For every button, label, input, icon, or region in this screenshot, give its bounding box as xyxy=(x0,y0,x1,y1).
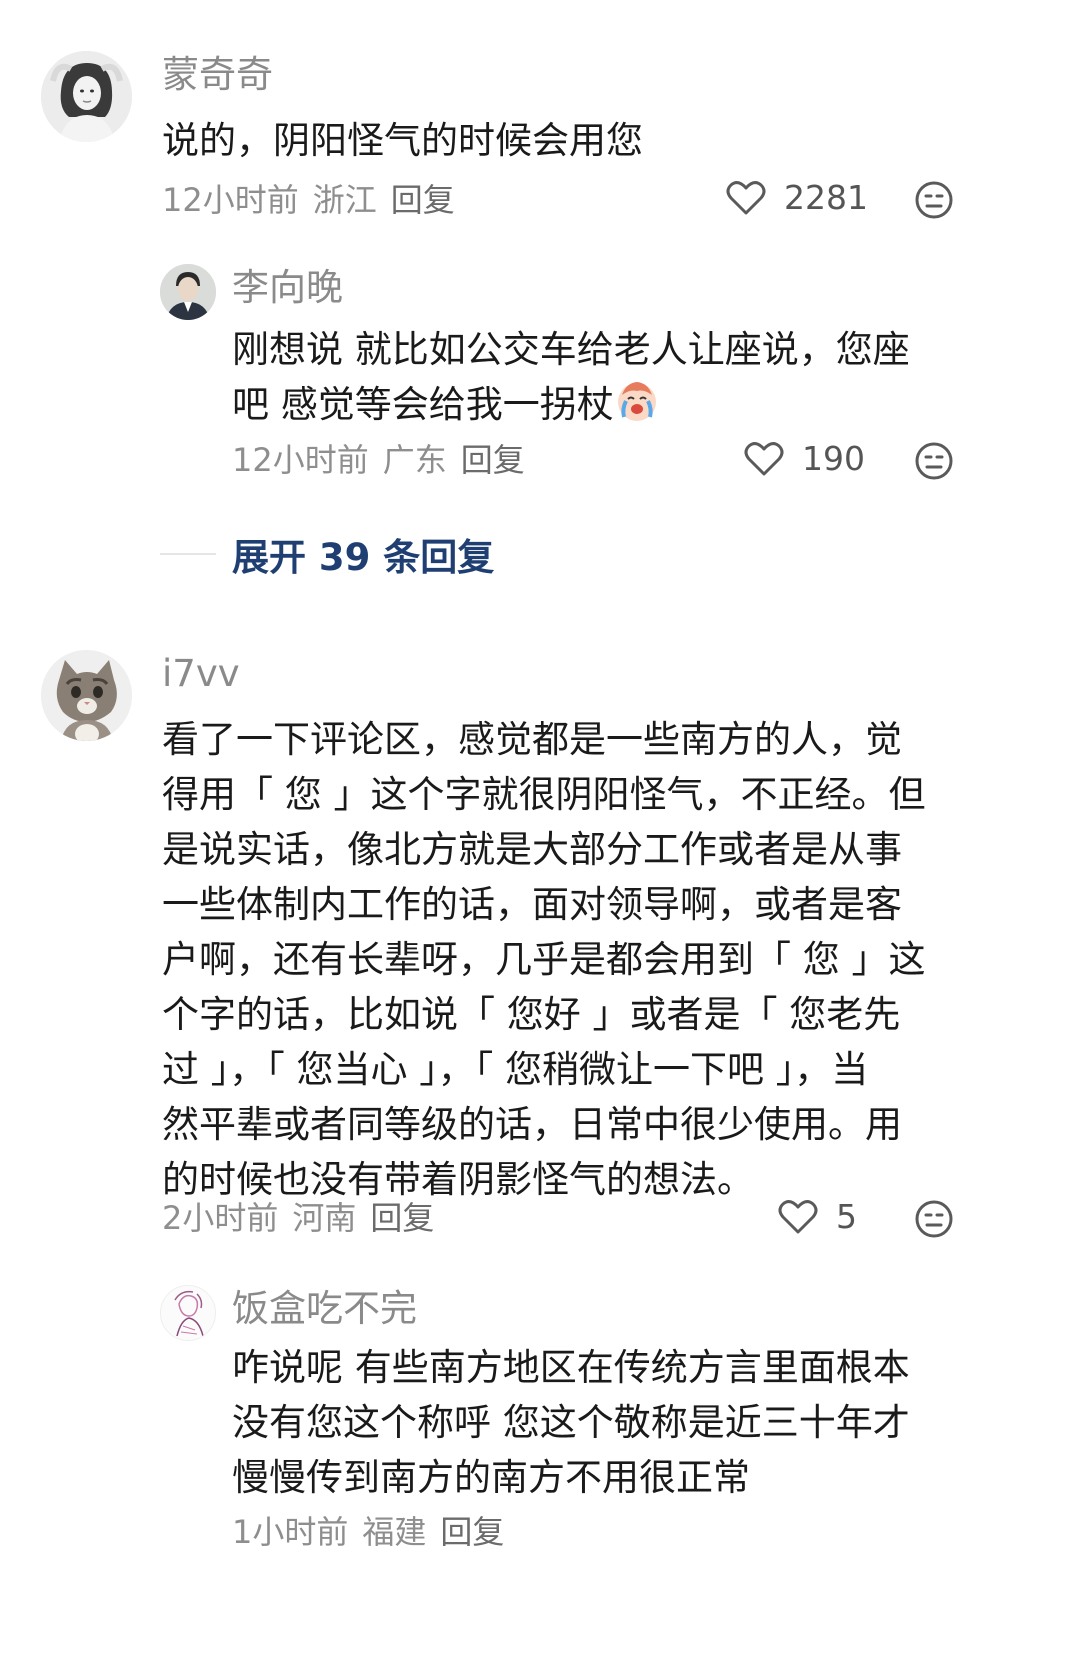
comment-text-line: 然平辈或者同等级的话，日常中很少使用。用 xyxy=(162,1103,902,1146)
neutral-face-icon[interactable] xyxy=(914,1199,954,1239)
comment-location: 浙江 xyxy=(312,181,377,219)
like-button[interactable]: 5 xyxy=(778,1197,857,1236)
reply-button[interactable]: 回复 xyxy=(391,181,455,219)
reply-button[interactable]: 回复 xyxy=(370,1199,434,1237)
comment-location: 河南 xyxy=(292,1199,357,1237)
reply-text: 咋说呢 有些南方地区在传统方言里面根本 没有您这个称呼 您这个敬称是近三十年才 … xyxy=(232,1340,910,1505)
heart-outline-icon xyxy=(778,1199,818,1233)
comment-text-line: 是说实话，像北方就是大部分工作或者是从事 xyxy=(162,828,902,871)
comment-author-name[interactable]: i7vv xyxy=(162,652,240,696)
reply-text-line: 慢慢传到南方的南方不用很正常 xyxy=(232,1456,750,1499)
reply-author-name[interactable]: 饭盒吃不完 xyxy=(232,1287,417,1331)
heart-outline-icon xyxy=(726,180,766,214)
sketch-figure-avatar-icon xyxy=(161,1286,215,1340)
crying-face-emoji-icon xyxy=(617,382,656,421)
like-count: 2281 xyxy=(784,178,868,217)
reply-time: 1小时前 xyxy=(232,1513,349,1551)
comment-text-line: 说的，阴阳怪气的时候会用您 xyxy=(162,119,643,162)
expand-replies-label: 展开 39 条回复 xyxy=(232,536,495,579)
comment-text: 说的，阴阳怪气的时候会用您 xyxy=(162,113,643,168)
cat-avatar-icon xyxy=(41,650,132,741)
comment-text-line: 看了一下评论区，感觉都是一些南方的人，觉 xyxy=(162,718,902,761)
comment-avatar[interactable] xyxy=(41,650,132,741)
reply-location: 福建 xyxy=(362,1513,427,1551)
reply-text-line: 咋说呢 有些南方地区在传统方言里面根本 xyxy=(232,1346,910,1389)
woman-portrait-avatar-icon xyxy=(41,51,132,142)
comment-text-line: 一些体制内工作的话，面对领导啊，或者是客 xyxy=(162,883,902,926)
reply-text-line: 吧 感觉等会给我一拐杖 xyxy=(232,383,614,426)
reply-text: 刚想说 就比如公交车给老人让座说，您座 吧 感觉等会给我一拐杖 xyxy=(232,322,910,432)
comment-text-line: 户啊，还有长辈呀，几乎是都会用到「 您 」这 xyxy=(162,938,926,981)
comment-text-line: 个字的话，比如说「 您好 」或者是「 您老先 xyxy=(162,993,901,1036)
heart-outline-icon xyxy=(744,441,784,475)
expand-replies-button[interactable]: 展开 39 条回复 xyxy=(160,527,494,581)
reply-meta: 1小时前 福建 回复 xyxy=(232,1512,518,1552)
man-uniform-avatar-icon xyxy=(160,264,216,320)
reply-text-line: 没有您这个称呼 您这个敬称是近三十年才 xyxy=(232,1401,910,1444)
comment-avatar[interactable] xyxy=(41,51,132,142)
reply-avatar[interactable] xyxy=(160,1285,216,1341)
like-count: 190 xyxy=(802,439,865,478)
reply-text-line: 刚想说 就比如公交车给老人让座说，您座 xyxy=(232,328,910,371)
comment-meta: 12小时前 浙江 回复 xyxy=(162,180,469,220)
divider-line xyxy=(160,553,216,555)
neutral-face-icon[interactable] xyxy=(914,180,954,220)
comment-author-name[interactable]: 蒙奇奇 xyxy=(162,53,273,97)
like-button[interactable]: 2281 xyxy=(726,178,868,217)
reply-button[interactable]: 回复 xyxy=(461,441,525,479)
comment-time: 2小时前 xyxy=(162,1199,279,1237)
comment-text-line: 过 」，「 您当心 」，「 您稍微让一下吧 」，当 xyxy=(162,1048,869,1091)
reply-location: 广东 xyxy=(382,441,447,479)
reply-author-name[interactable]: 李向晚 xyxy=(232,266,343,310)
reply-time: 12小时前 xyxy=(232,441,369,479)
neutral-face-icon[interactable] xyxy=(914,441,954,481)
reply-meta: 12小时前 广东 回复 xyxy=(232,440,539,480)
comment-meta: 2小时前 河南 回复 xyxy=(162,1198,448,1238)
like-count: 5 xyxy=(836,1197,857,1236)
comment-time: 12小时前 xyxy=(162,181,299,219)
comment-text: 看了一下评论区，感觉都是一些南方的人，觉 得用「 您 」这个字就很阴阳怪气，不正… xyxy=(162,712,926,1207)
comment-text-line: 得用「 您 」这个字就很阴阳怪气，不正经。但 xyxy=(162,773,926,816)
like-button[interactable]: 190 xyxy=(744,439,865,478)
reply-avatar[interactable] xyxy=(160,264,216,320)
reply-button[interactable]: 回复 xyxy=(440,1513,504,1551)
